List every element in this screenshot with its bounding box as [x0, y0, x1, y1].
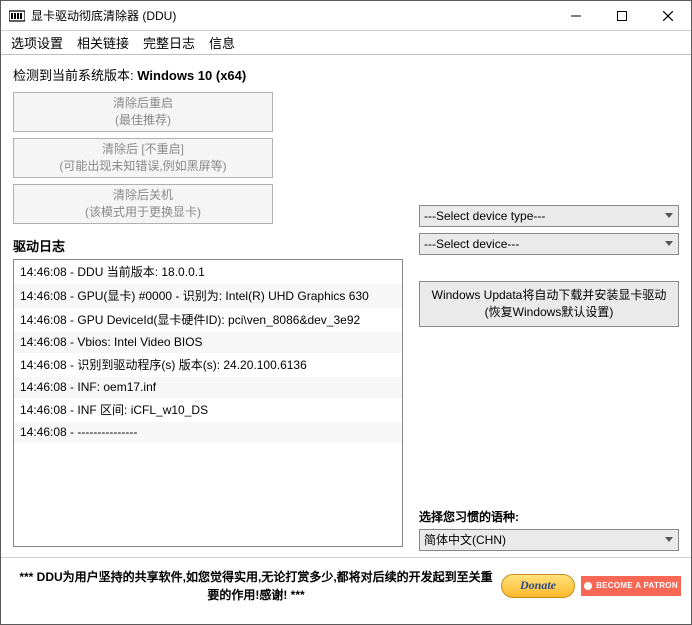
log-row[interactable]: 14:46:08 - GPU(显卡) #0000 - 识别为: Intel(R)…	[14, 284, 402, 308]
menu-info[interactable]: 信息	[209, 33, 235, 52]
clean-shutdown-line2: (该模式用于更换显卡)	[85, 204, 201, 221]
log-row[interactable]: 14:46:08 - GPU DeviceId(显卡硬件ID): pci\ven…	[14, 308, 402, 332]
log-box[interactable]: 14:46:08 - DDU 当前版本: 18.0.0.114:46:08 - …	[13, 259, 403, 547]
log-row[interactable]: 14:46:08 - DDU 当前版本: 18.0.0.1	[14, 260, 402, 284]
menu-links[interactable]: 相关链接	[77, 33, 129, 52]
restore-line1: Windows Updata将自动下载并安装显卡驱动	[432, 287, 667, 304]
clean-restart-line1: 清除后重启	[113, 95, 173, 112]
app-icon	[9, 10, 25, 22]
clean-restart-button[interactable]: 清除后重启 (最佳推荐)	[13, 92, 273, 132]
footer: *** DDU为用户坚持的共享软件,如您觉得实用,无论打赏多少,都将对后续的开发…	[1, 557, 691, 613]
maximize-button[interactable]	[599, 1, 645, 30]
clean-shutdown-line1: 清除后关机	[113, 187, 173, 204]
system-value: Windows 10 (x64)	[137, 68, 246, 83]
restore-line2: (恢复Windows默认设置)	[485, 304, 614, 321]
window-buttons	[553, 1, 691, 30]
device-select[interactable]: ---Select device---	[419, 233, 679, 255]
menu-options[interactable]: 选项设置	[11, 33, 63, 52]
clean-shutdown-button[interactable]: 清除后关机 (该模式用于更换显卡)	[13, 184, 273, 224]
menu-log[interactable]: 完整日志	[143, 33, 195, 52]
log-row[interactable]: 14:46:08 - INF 区间: iCFL_w10_DS	[14, 398, 402, 422]
close-button[interactable]	[645, 1, 691, 30]
clean-restart-line2: (最佳推荐)	[115, 112, 171, 129]
clean-norestart-line1: 清除后 [不重启]	[102, 141, 184, 158]
minimize-button[interactable]	[553, 1, 599, 30]
device-type-select[interactable]: ---Select device type---	[419, 205, 679, 227]
language-select[interactable]: 简体中文(CHN)	[419, 529, 679, 551]
patreon-icon	[584, 582, 592, 590]
patreon-label: BECOME A PATRON	[596, 581, 678, 590]
language-label: 选择您习惯的语种:	[419, 508, 679, 525]
clean-norestart-button[interactable]: 清除后 [不重启] (可能出现未知错误,例如黑屏等)	[13, 138, 273, 178]
right-column: ---Select device type--- ---Select devic…	[419, 65, 679, 557]
log-row[interactable]: 14:46:08 - Vbios: Intel Video BIOS	[14, 332, 402, 353]
window-title: 显卡驱动彻底清除器 (DDU)	[31, 7, 553, 24]
footer-message: *** DDU为用户坚持的共享软件,如您觉得实用,无论打赏多少,都将对后续的开发…	[11, 568, 501, 604]
patreon-button[interactable]: BECOME A PATRON	[581, 576, 681, 596]
log-row[interactable]: 14:46:08 - ---------------	[14, 422, 402, 443]
titlebar: 显卡驱动彻底清除器 (DDU)	[1, 1, 691, 31]
log-row[interactable]: 14:46:08 - INF: oem17.inf	[14, 377, 402, 398]
clean-norestart-line2: (可能出现未知错误,例如黑屏等)	[59, 158, 226, 175]
log-header: 驱动日志	[13, 236, 403, 255]
menubar: 选项设置 相关链接 完整日志 信息	[1, 31, 691, 55]
content: 检测到当前系统版本: Windows 10 (x64) 清除后重启 (最佳推荐)…	[1, 55, 691, 557]
restore-defaults-button[interactable]: Windows Updata将自动下载并安装显卡驱动 (恢复Windows默认设…	[419, 281, 679, 327]
log-row[interactable]: 14:46:08 - 识别到驱动程序(s) 版本(s): 24.20.100.6…	[14, 353, 402, 377]
donate-button[interactable]: Donate	[501, 574, 575, 598]
system-label: 检测到当前系统版本:	[13, 68, 134, 83]
system-info: 检测到当前系统版本: Windows 10 (x64)	[13, 65, 403, 84]
left-column: 检测到当前系统版本: Windows 10 (x64) 清除后重启 (最佳推荐)…	[13, 65, 403, 557]
